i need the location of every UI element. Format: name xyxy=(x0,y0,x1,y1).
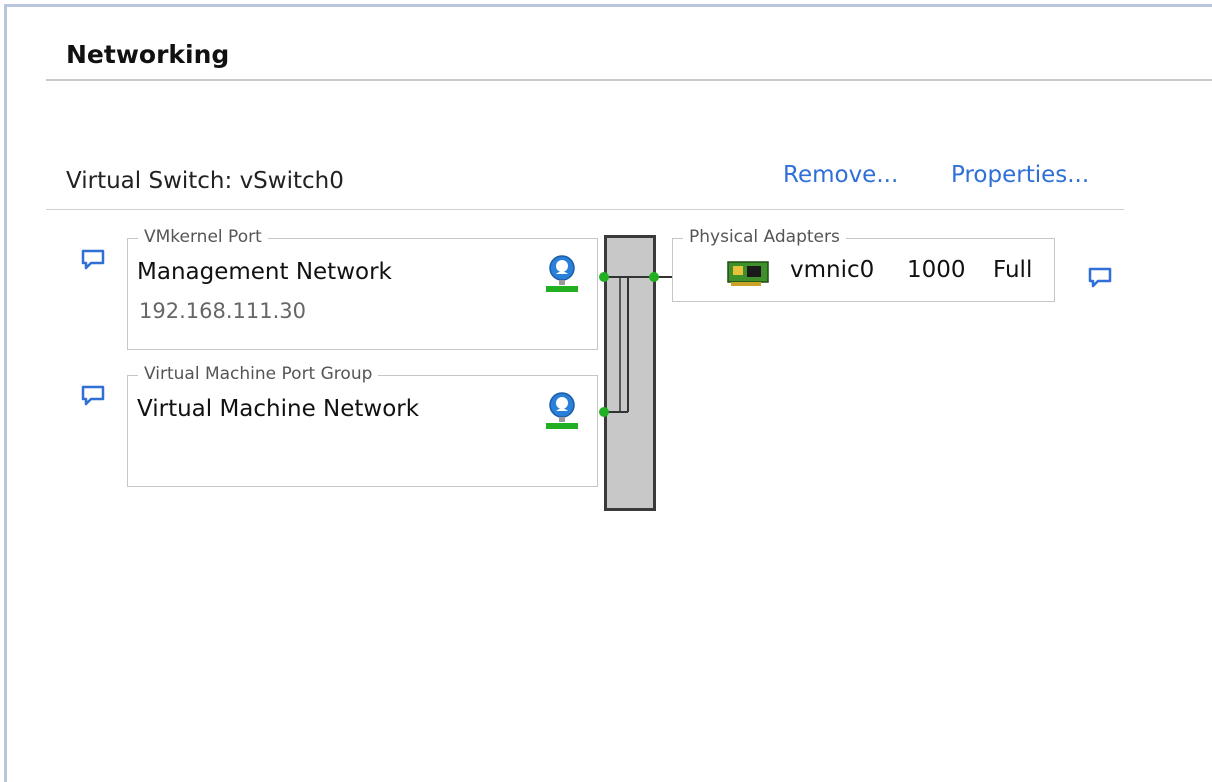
remove-link[interactable]: Remove... xyxy=(783,162,898,188)
physical-adapters-legend: Physical Adapters xyxy=(683,227,846,247)
nic-name: vmnic0 xyxy=(790,257,875,283)
vmkernel-legend: VMkernel Port xyxy=(138,227,268,247)
nic-speed: 1000 xyxy=(907,257,966,283)
divider xyxy=(46,209,1124,210)
globe-network-icon[interactable] xyxy=(545,390,579,430)
vmkernel-ip: 192.168.111.30 xyxy=(139,299,306,323)
management-network-name: Management Network xyxy=(137,259,392,285)
legend-line xyxy=(450,375,596,376)
connector-dot xyxy=(649,272,659,282)
note-icon[interactable] xyxy=(1087,266,1113,290)
page-title: Networking xyxy=(66,40,230,69)
nic-card-icon[interactable] xyxy=(727,259,771,287)
legend-line xyxy=(873,238,1053,239)
vm-port-group-legend: Virtual Machine Port Group xyxy=(138,364,379,384)
divider xyxy=(46,79,1212,81)
connector-dot xyxy=(599,272,609,282)
connector-dot xyxy=(599,407,609,417)
globe-network-icon[interactable] xyxy=(545,253,579,293)
vm-port-group[interactable]: Virtual Machine Port Group Virtual Machi… xyxy=(127,364,598,487)
legend-line xyxy=(306,238,406,239)
properties-link[interactable]: Properties... xyxy=(951,162,1089,188)
vmkernel-port-group[interactable]: VMkernel Port Management Network 192.168… xyxy=(127,227,598,350)
vm-network-name: Virtual Machine Network xyxy=(137,396,420,422)
note-icon[interactable] xyxy=(80,384,106,408)
vswitch-title: Virtual Switch: vSwitch0 xyxy=(66,168,344,194)
nic-duplex: Full xyxy=(993,257,1033,283)
note-icon[interactable] xyxy=(80,248,106,272)
